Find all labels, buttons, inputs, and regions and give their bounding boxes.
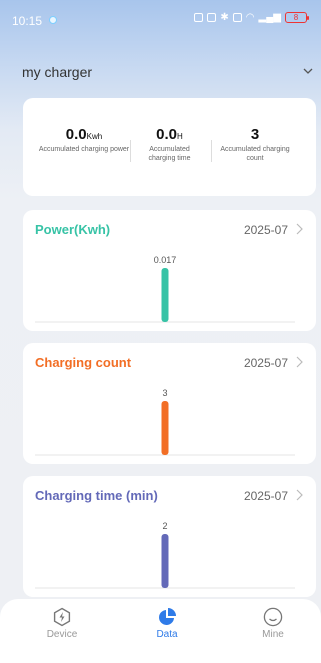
nfc-icon [194,13,204,22]
stat-unit: Kwh [86,132,103,141]
tab-device[interactable]: Device [22,599,102,663]
stat-label: Accumulated charging power [38,146,130,153]
vibrate-icon [207,13,217,22]
bar-value-label: 0.017 [154,255,177,265]
stat-unit: H [177,132,183,141]
bar [161,401,169,455]
stat-charging-time: 0.0H Accumulated charging time [137,126,202,163]
divider [130,140,131,162]
stat-value: 3 [250,126,260,143]
bluetooth-icon: ✱ [220,12,229,23]
tab-label: Device [46,629,78,640]
time-chart-card[interactable]: Charging time (min) 2025-07 2 [23,476,316,597]
chevron-right-icon[interactable] [296,356,303,368]
chart-title: Charging count [35,355,132,370]
pie-chart-icon [159,608,176,625]
chevron-right-icon[interactable] [296,223,303,235]
charger-selector[interactable]: my charger [0,60,321,84]
status-icons: ✱ ◠ ▂▄▆ 8 [194,12,309,23]
bar-value-label: 3 [162,388,167,398]
charger-name: my charger [22,64,93,80]
signal-icon: ▂▄▆ [258,12,281,23]
tab-mine[interactable]: Mine [233,599,313,663]
status-indicator-icon [49,16,57,24]
chart-period: 2025-07 [243,356,288,370]
battery-level: 8 [293,13,299,22]
summary-card: 0.0Kwh Accumulated charging power 0.0H A… [23,98,316,196]
chevron-right-icon[interactable] [296,489,303,501]
power-chart: 0.017 [35,255,295,323]
tab-data[interactable]: Data [127,599,207,663]
chart-period: 2025-07 [243,223,288,237]
status-time: 10:15 [12,14,43,28]
tab-label: Data [156,629,178,640]
power-chart-card[interactable]: Power(Kwh) 2025-07 0.017 [23,210,316,331]
bar-value-label: 2 [162,521,167,531]
count-chart-card[interactable]: Charging count 2025-07 3 [23,343,316,464]
stat-label: Accumulated charging count [220,146,290,162]
bottom-tab-bar: Device Data Mine [0,599,321,663]
tab-label: Mine [262,629,284,640]
stat-charging-power: 0.0Kwh Accumulated charging power [37,126,131,154]
chevron-down-icon[interactable] [301,64,315,78]
bar [161,268,169,322]
chart-title: Charging time (min) [35,488,158,503]
divider [211,140,212,162]
lightning-bolt-icon [53,607,71,627]
stat-charging-count: 3 Accumulated charging count [219,126,291,163]
battery-icon: 8 [285,12,309,23]
time-chart: 2 [35,521,295,589]
stat-label: Accumulated charging time [148,146,191,162]
status-bar: 10:15 ✱ ◠ ▂▄▆ 8 [0,0,321,34]
wifi-icon: ◠ [245,12,255,23]
chart-title: Power(Kwh) [35,222,111,237]
bar [161,534,169,588]
stat-value: 0.0 [65,126,87,143]
stat-value: 0.0 [156,126,178,143]
smiley-face-icon [263,607,283,627]
chart-period: 2025-07 [243,489,288,503]
mute-icon [232,13,242,22]
count-chart: 3 [35,388,295,456]
